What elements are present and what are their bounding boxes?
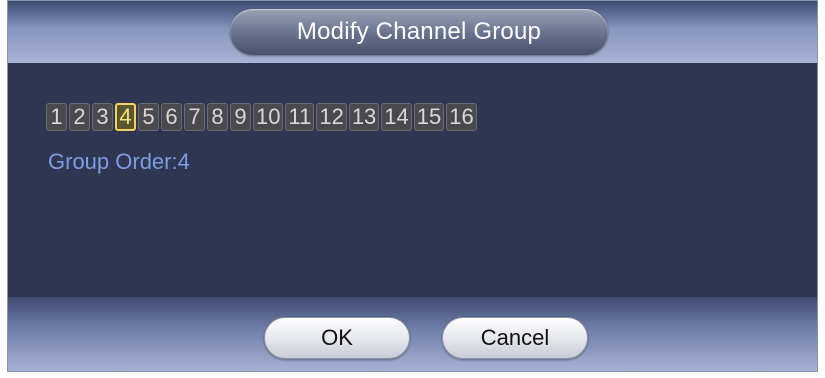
dialog-title: Modify Channel Group <box>296 18 542 45</box>
channel-button-3[interactable]: 3 <box>92 103 113 131</box>
channel-button-7[interactable]: 7 <box>184 103 205 131</box>
dialog-content: 1 2 3 4 5 6 7 8 9 10 11 12 13 14 15 16 Group Order:4 <box>8 63 817 297</box>
channel-button-1[interactable]: 1 <box>46 103 67 131</box>
dialog-footer: OK Cancel <box>8 297 817 371</box>
channel-button-8[interactable]: 8 <box>207 103 228 131</box>
channel-button-10[interactable]: 10 <box>253 103 284 131</box>
cancel-button[interactable]: Cancel <box>442 317 588 359</box>
channel-button-14[interactable]: 14 <box>381 103 412 131</box>
modify-channel-group-dialog: Modify Channel Group 1 2 3 4 5 6 7 8 9 10 11 12 13 14… <box>7 0 818 372</box>
channel-button-16[interactable]: 16 <box>446 103 477 131</box>
channel-button-6[interactable]: 6 <box>161 103 182 131</box>
channel-button-13[interactable]: 13 <box>348 103 380 131</box>
channel-button-12[interactable]: 12 <box>316 103 347 131</box>
title-pill: Modify Channel Group <box>230 9 608 55</box>
channel-button-9[interactable]: 9 <box>230 103 251 131</box>
ok-button[interactable]: OK <box>264 317 410 359</box>
group-order-label: Group Order:4 <box>48 149 190 174</box>
channel-selector: 1 2 3 4 5 6 7 8 9 10 11 12 13 14 15 16 <box>46 103 477 131</box>
channel-button-4[interactable]: 4 <box>115 103 136 131</box>
channel-button-15[interactable]: 15 <box>413 103 445 131</box>
channel-button-5[interactable]: 5 <box>138 103 159 131</box>
channel-button-11[interactable]: 11 <box>285 103 315 131</box>
dialog-titlebar: Modify Channel Group <box>8 1 817 63</box>
channel-button-2[interactable]: 2 <box>69 103 90 131</box>
